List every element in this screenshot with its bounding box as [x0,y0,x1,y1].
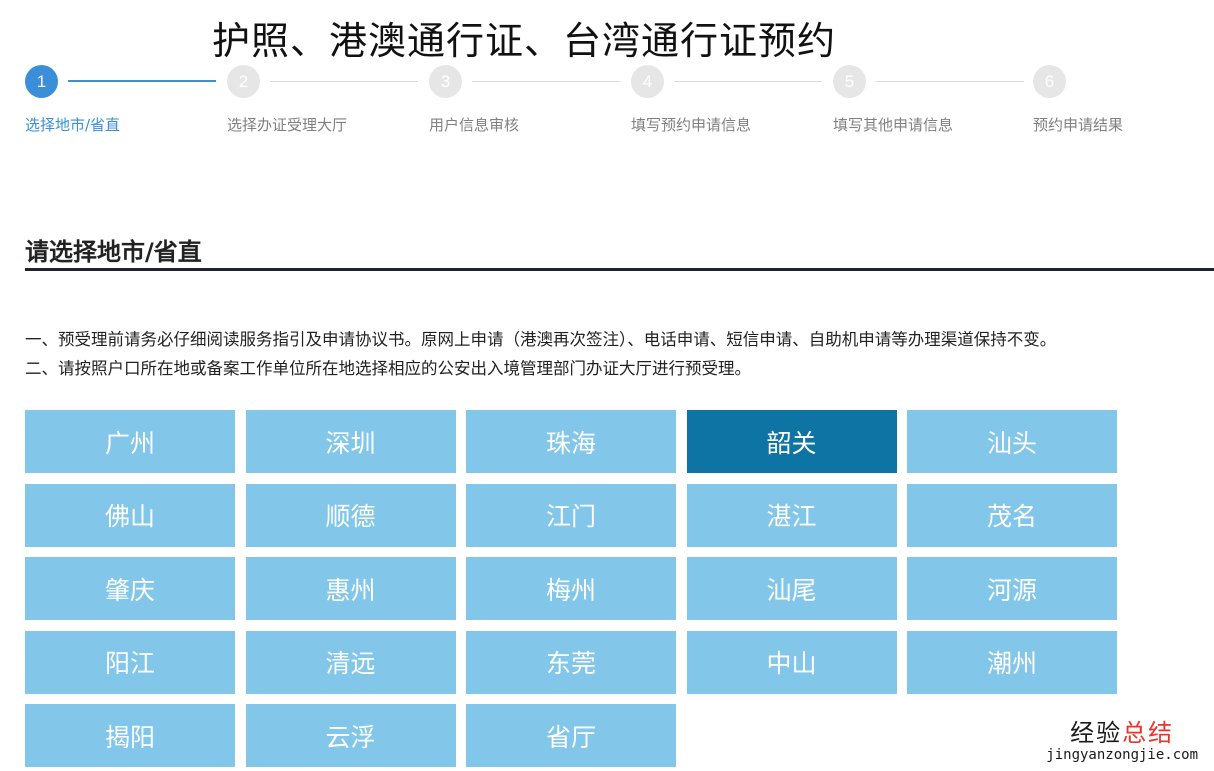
city-button-shantou[interactable]: 汕头 [907,410,1117,473]
city-button-yangjiang[interactable]: 阳江 [25,630,235,694]
step-6-circle: 6 [1033,65,1066,98]
city-button-dongguan[interactable]: 东莞 [466,630,676,694]
watermark-url: jingyanzongjie.com [1046,747,1198,763]
step-4-circle: 4 [631,65,664,98]
watermark: 经验总结 jingyanzongjie.com [1046,720,1198,764]
step-4-label: 填写预约申请信息 [631,116,752,134]
notice-line-2: 二、请按照户口所在地或备案工作单位所在地选择相应的公安出入境管理部门办证大厅进行… [25,359,751,378]
step-connector-1 [68,80,216,82]
city-button-shenzhen[interactable]: 深圳 [245,410,456,473]
city-button-zhongshan[interactable]: 中山 [686,630,897,694]
notice-line-1: 一、预受理前请务必仔细阅读服务指引及申请协议书。原网上申请（港澳再次签注）、电话… [25,330,1057,349]
city-button-shanwei[interactable]: 汕尾 [686,557,897,620]
watermark-cn-main: 经验 [1070,719,1123,747]
step-connector-2 [270,81,418,82]
step-6-label: 预约申请结果 [1033,116,1124,134]
city-button-heyuan[interactable]: 河源 [907,557,1117,620]
step-2-circle: 2 [227,65,260,98]
city-grid: 广州 深圳 珠海 韶关 汕头 佛山 顺德 江门 湛江 茂名 肇庆 惠州 梅州 汕… [25,410,1125,767]
step-5-circle: 5 [833,65,866,98]
step-connector-4 [674,81,822,82]
city-button-zhanjiang[interactable]: 湛江 [686,483,897,547]
progress-stepper: 1 2 3 4 5 6 选择地市/省直 选择办证受理大厅 用户信息审核 填写预约… [0,64,1214,144]
step-1-circle: 1 [25,65,58,98]
city-button-maoming[interactable]: 茂名 [907,483,1117,547]
city-button-province-office[interactable]: 省厅 [466,704,676,767]
city-button-meizhou[interactable]: 梅州 [466,557,676,620]
city-button-zhuhai[interactable]: 珠海 [466,410,676,473]
city-button-shunde[interactable]: 顺德 [245,483,456,547]
city-button-guangzhou[interactable]: 广州 [25,410,235,473]
city-button-chaozhou[interactable]: 潮州 [907,630,1117,694]
city-button-jieyang[interactable]: 揭阳 [25,704,235,767]
page-title: 护照、港澳通行证、台湾通行证预约 [212,19,837,63]
step-3-label: 用户信息审核 [429,116,520,134]
watermark-text: 经验总结 [1046,720,1198,746]
city-button-qingyuan[interactable]: 清远 [245,630,456,694]
watermark-cn-accent: 总结 [1122,719,1175,747]
city-button-zhaoqing[interactable]: 肇庆 [25,557,235,620]
city-button-foshan[interactable]: 佛山 [25,483,235,547]
step-connector-5 [876,81,1024,82]
city-button-jiangmen[interactable]: 江门 [466,483,676,547]
city-button-shaoguan[interactable]: 韶关 [686,410,897,473]
city-button-yunfu[interactable]: 云浮 [245,704,456,767]
section-title: 请选择地市/省直 [25,238,202,266]
step-connector-3 [472,81,620,82]
section-divider [25,268,1214,271]
city-button-huizhou[interactable]: 惠州 [245,557,456,620]
step-1-label: 选择地市/省直 [25,116,121,134]
step-5-label: 填写其他申请信息 [833,116,954,134]
step-3-circle: 3 [429,65,462,98]
step-2-label: 选择办证受理大厅 [227,116,348,134]
